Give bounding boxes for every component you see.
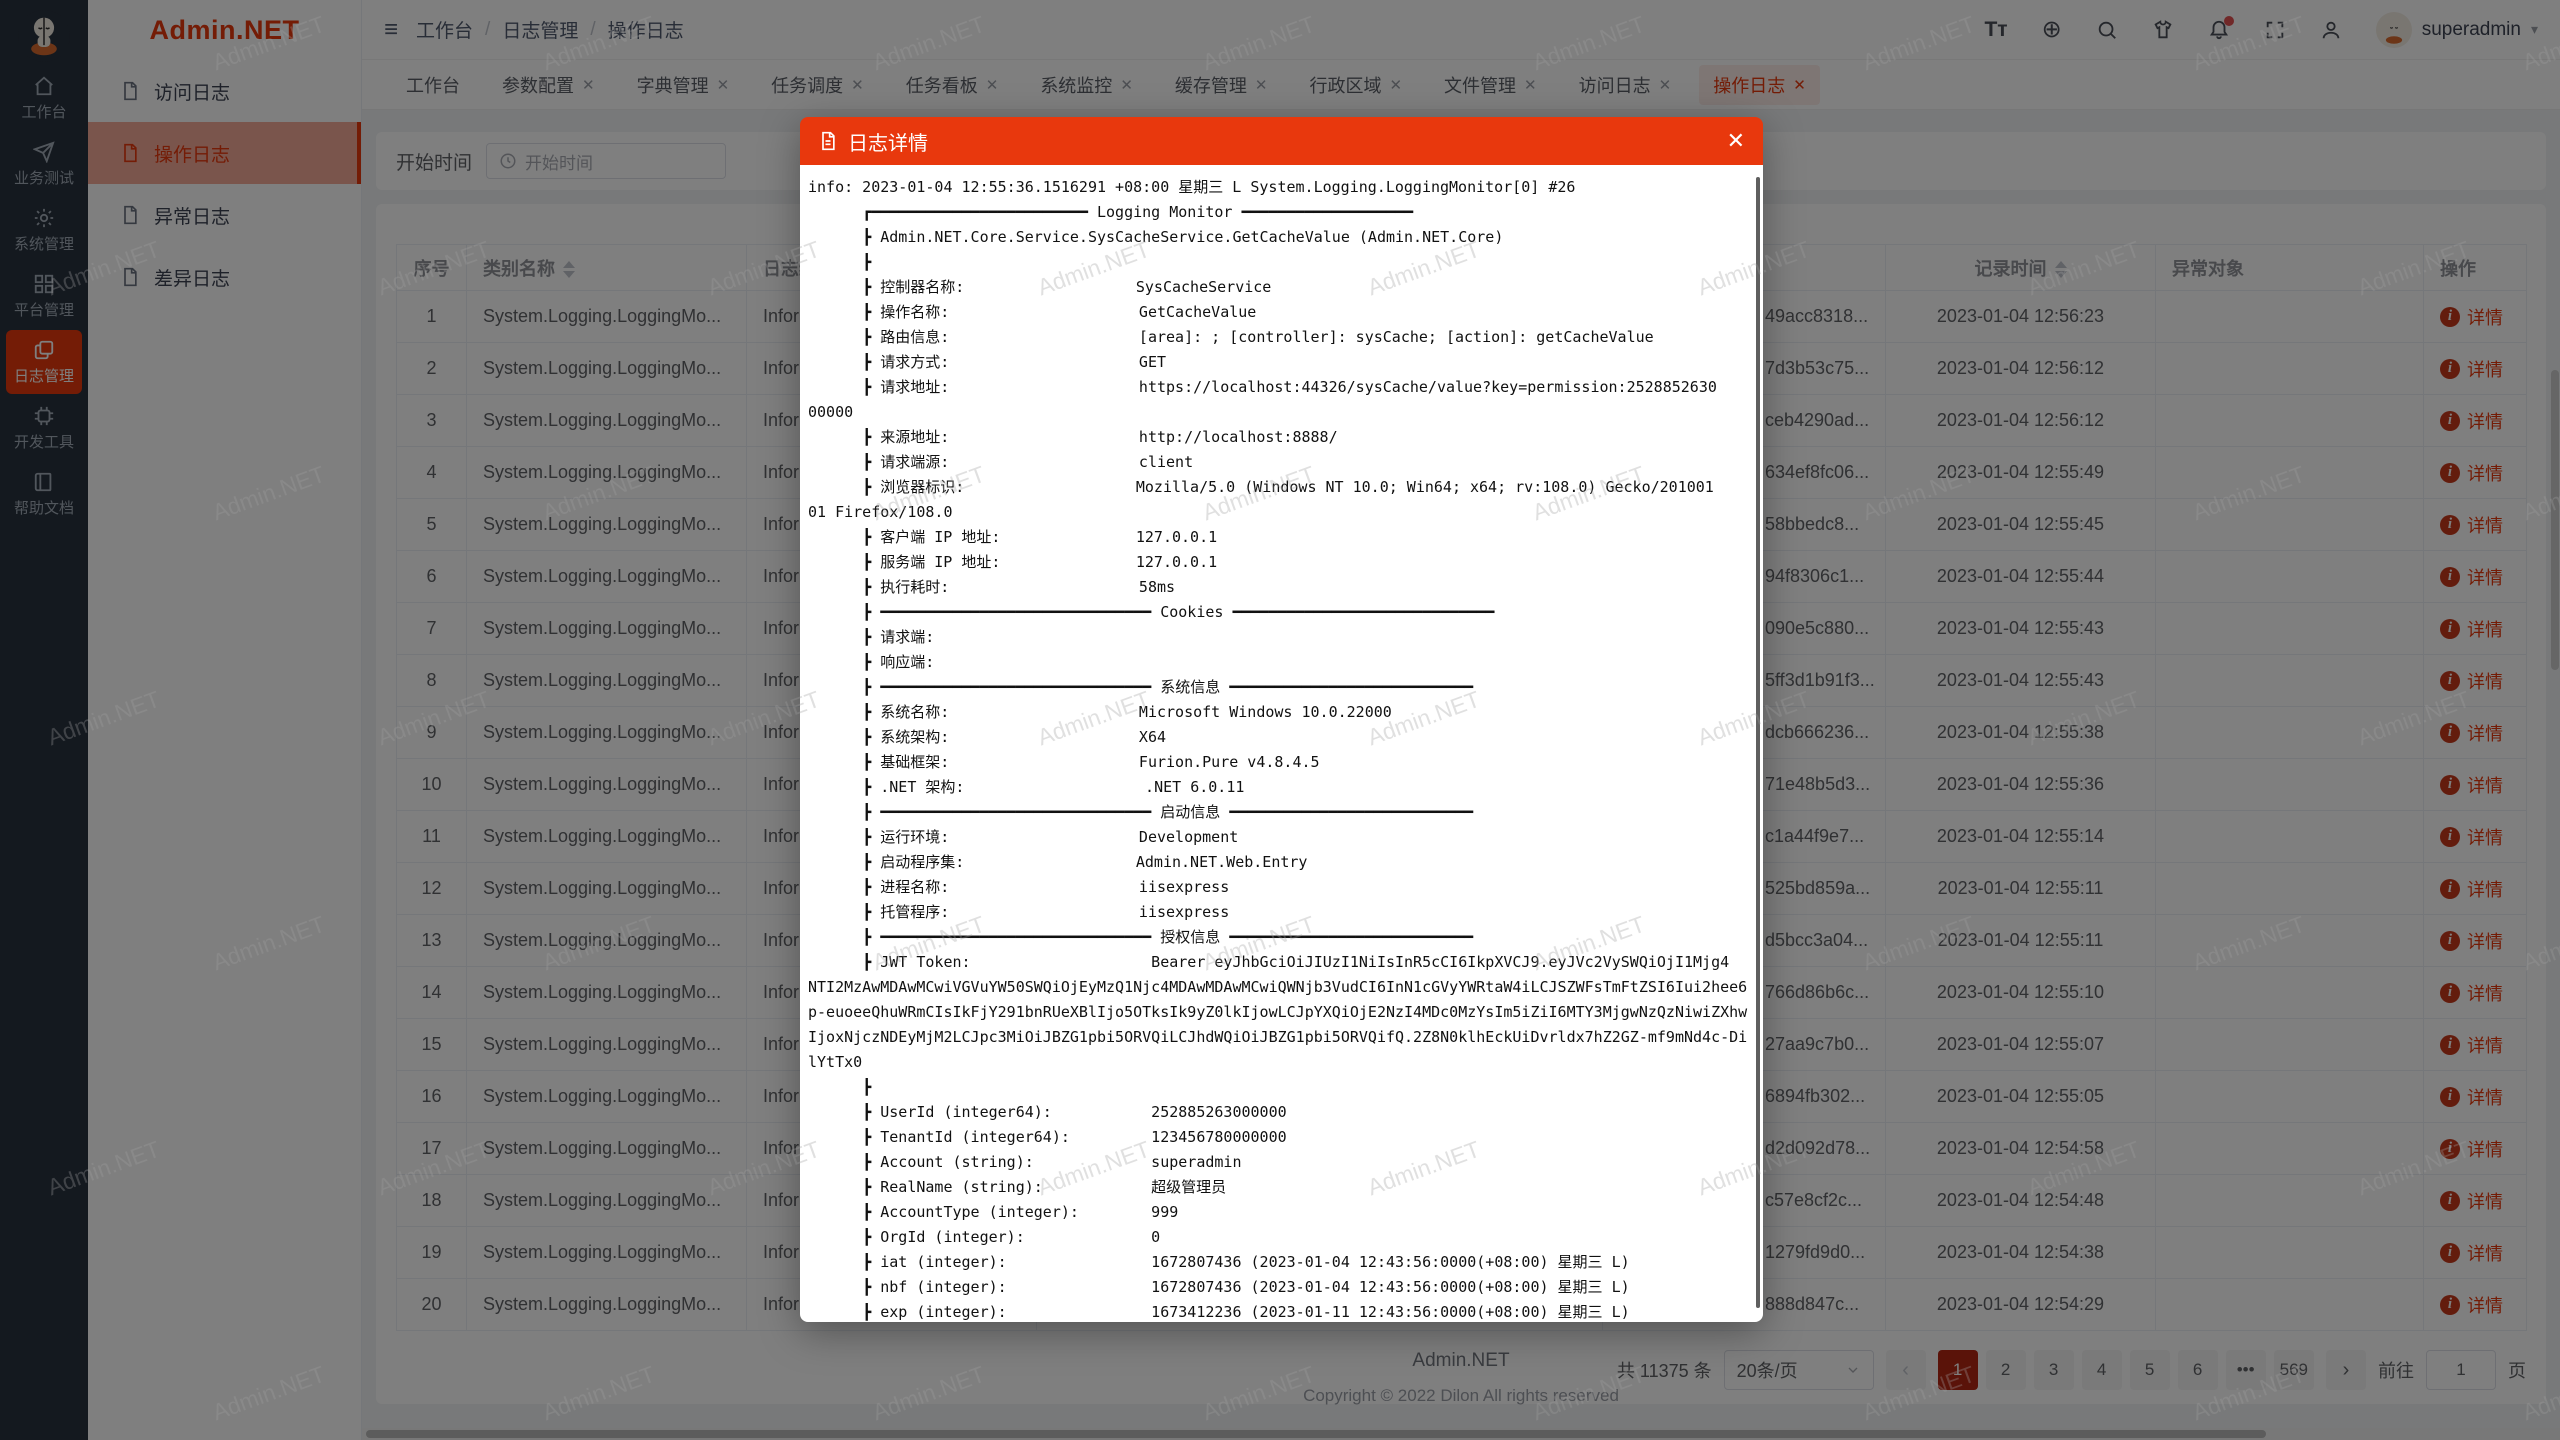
log-detail-modal: 日志详情 ✕ info: 2023-01-04 12:55:36.1516291… xyxy=(800,117,1763,1322)
modal-body: info: 2023-01-04 12:55:36.1516291 +08:00… xyxy=(800,165,1763,1322)
modal-header: 日志详情 ✕ xyxy=(800,117,1763,165)
log-detail-text: info: 2023-01-04 12:55:36.1516291 +08:00… xyxy=(808,175,1763,1322)
modal-scrollbar[interactable] xyxy=(1756,177,1760,1308)
close-icon[interactable]: ✕ xyxy=(1727,130,1745,152)
modal-title: 日志详情 xyxy=(848,127,928,156)
document-icon xyxy=(818,131,838,151)
